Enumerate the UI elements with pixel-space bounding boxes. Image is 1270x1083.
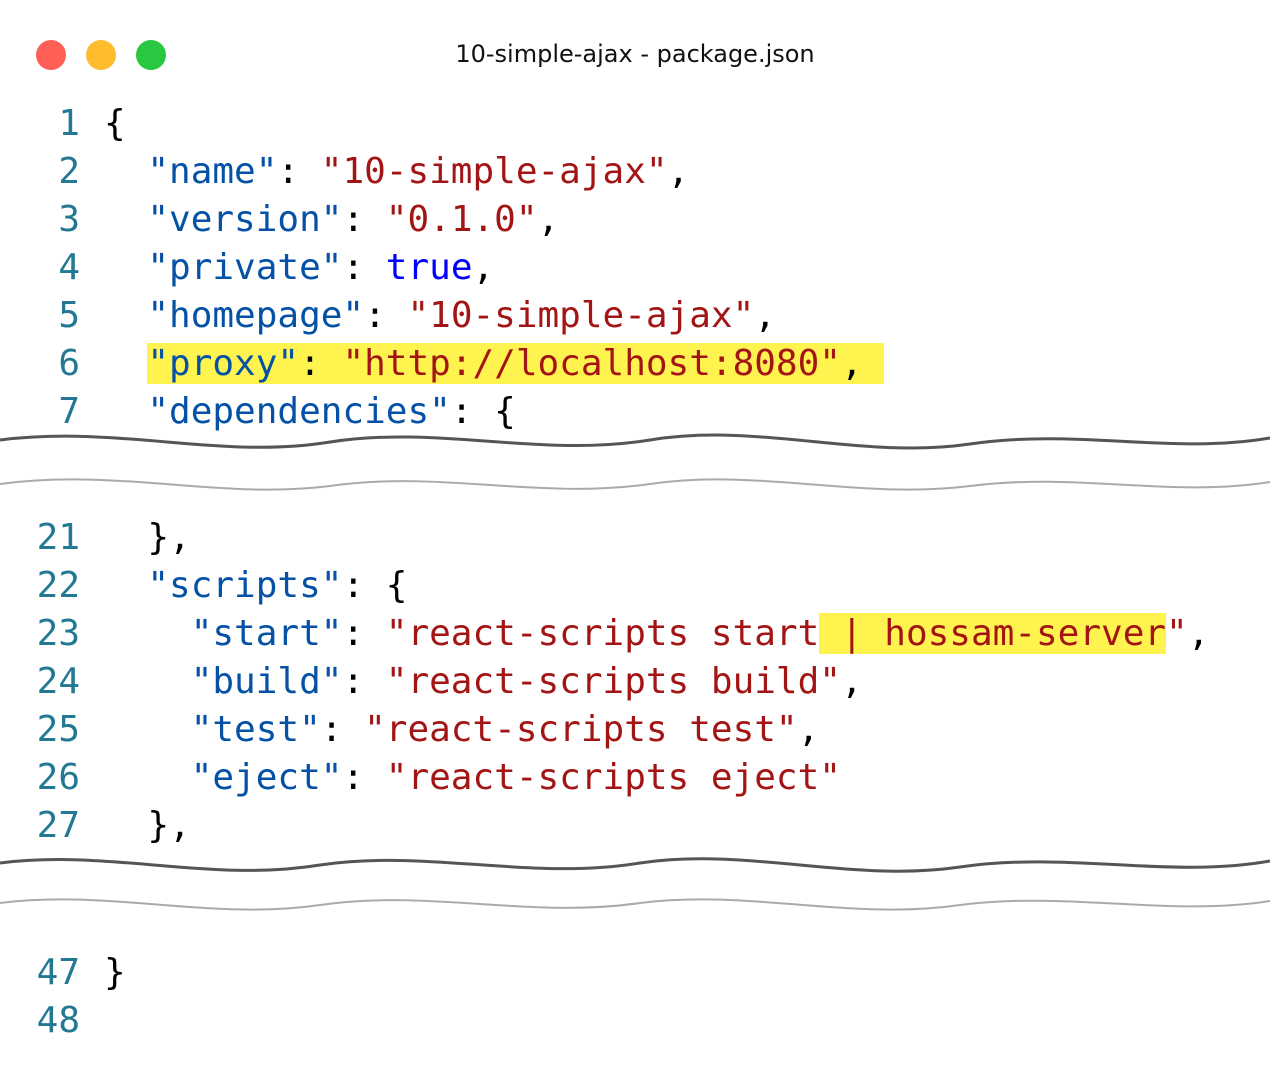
line-number: 48 <box>36 1000 80 1041</box>
code-text[interactable]: "eject": "react-scripts eject" <box>104 754 841 802</box>
highlighted-token: , <box>840 343 885 384</box>
code-token: , <box>667 151 690 192</box>
code-token: : <box>364 295 408 336</box>
highlighted-token: | hossam-server <box>819 613 1167 654</box>
line-number: 24 <box>36 661 80 702</box>
code-token: }, <box>147 805 191 846</box>
code-token: " <box>1166 613 1188 654</box>
code-line-1: 1{ <box>0 100 1270 148</box>
code-text[interactable]: "homepage": "10-simple-ajax", <box>104 292 776 340</box>
code-text[interactable]: } <box>104 949 126 997</box>
code-token: "10-simple-ajax" <box>407 295 755 336</box>
line-number: 3 <box>58 199 80 240</box>
code-token: , <box>754 295 776 336</box>
code-token: "start" <box>190 613 343 654</box>
code-token: : <box>342 661 386 702</box>
code-text[interactable]: "name": "10-simple-ajax", <box>104 148 689 196</box>
code-token: "build" <box>190 661 343 702</box>
code-token: "react-scripts start <box>385 613 820 654</box>
code-line-48: 48 <box>0 997 1270 1045</box>
code-token: "test" <box>190 709 321 750</box>
code-token: , <box>472 247 495 288</box>
window-title: 10-simple-ajax - package.json <box>455 40 815 68</box>
code-token: , <box>1187 613 1210 654</box>
code-line-5: 5 "homepage": "10-simple-ajax", <box>0 292 1270 340</box>
code-line-25: 25 "test": "react-scripts test", <box>0 706 1270 754</box>
code-line-47: 47} <box>0 949 1270 997</box>
line-number: 21 <box>36 517 80 558</box>
code-text[interactable]: "proxy": "http://localhost:8080", <box>104 340 885 388</box>
code-token: , <box>797 709 820 750</box>
highlighted-token: "proxy" <box>147 343 300 384</box>
line-number: 2 <box>58 151 80 192</box>
code-text[interactable]: "private": true, <box>104 244 494 292</box>
line-number: 23 <box>36 613 80 654</box>
code-text[interactable]: "start": "react-scripts start | hossam-s… <box>104 610 1209 658</box>
code-text[interactable]: "scripts": { <box>104 562 407 610</box>
code-line-22: 22 "scripts": { <box>0 562 1270 610</box>
line-number: 6 <box>58 343 80 384</box>
code-token: "homepage" <box>147 295 365 336</box>
code-section-top: 1{2 "name": "10-simple-ajax", 3 "version"… <box>0 100 1270 445</box>
code-token: : <box>342 613 386 654</box>
code-token: : <box>342 757 386 798</box>
code-token: "private" <box>147 247 343 288</box>
code-token: "0.1.0" <box>385 199 538 240</box>
code-token: : { <box>342 565 408 606</box>
code-token: "10-simple-ajax" <box>320 151 668 192</box>
code-line-4: 4 "private": true, <box>0 244 1270 292</box>
code-text[interactable]: "build": "react-scripts build", <box>104 658 863 706</box>
highlighted-token: : <box>299 343 343 384</box>
line-number: 26 <box>36 757 80 798</box>
code-text[interactable]: { <box>104 100 126 148</box>
line-number: 47 <box>36 952 80 993</box>
code-token: true <box>385 247 473 288</box>
code-token: { <box>104 103 126 144</box>
code-text[interactable]: "version": "0.1.0", <box>104 196 559 244</box>
line-number: 25 <box>36 709 80 750</box>
line-number: 4 <box>58 247 80 288</box>
code-token: , <box>840 661 863 702</box>
code-token: } <box>104 952 126 993</box>
code-token: "react-scripts eject" <box>385 757 841 798</box>
code-token: : <box>320 709 365 750</box>
code-line-2: 2 "name": "10-simple-ajax", <box>0 148 1270 196</box>
code-text[interactable]: }, <box>104 514 191 562</box>
code-line-24: 24 "build": "react-scripts build", <box>0 658 1270 706</box>
code-text[interactable]: "test": "react-scripts test", <box>104 706 820 754</box>
code-token: "react-scripts test" <box>364 709 798 750</box>
window-titlebar: 10-simple-ajax - package.json <box>0 0 1270 110</box>
line-number: 27 <box>36 805 80 846</box>
code-line-21: 21 }, <box>0 514 1270 562</box>
code-text[interactable]: }, <box>104 802 191 850</box>
line-number: 5 <box>58 295 80 336</box>
highlighted-token: "http://localhost:8080" <box>342 343 841 384</box>
line-number: 1 <box>58 103 80 144</box>
code-token: : <box>342 199 386 240</box>
torn-edge-divider <box>0 433 1270 491</box>
code-line-26: 26 "eject": "react-scripts eject" <box>0 754 1270 802</box>
line-number: 22 <box>36 565 80 606</box>
code-token: : <box>277 151 321 192</box>
code-token: }, <box>147 517 191 558</box>
code-token: , <box>537 199 560 240</box>
code-line-23: 23 "start": "react-scripts start | hossa… <box>0 610 1270 658</box>
code-line-6: 6 "proxy": "http://localhost:8080", <box>0 340 1270 388</box>
code-token: : <box>342 247 386 288</box>
code-section-middle: 21 }, 22 "scripts": {23 "start": "react-s… <box>0 468 1270 868</box>
code-token: "eject" <box>190 757 343 798</box>
torn-edge-divider-2 <box>0 857 1270 911</box>
code-token: "react-scripts build" <box>385 661 841 702</box>
code-token: "scripts" <box>147 565 343 606</box>
code-line-3: 3 "version": "0.1.0", <box>0 196 1270 244</box>
code-line-27: 27 }, <box>0 802 1270 850</box>
code-token: "version" <box>147 199 343 240</box>
code-token: "name" <box>147 151 278 192</box>
